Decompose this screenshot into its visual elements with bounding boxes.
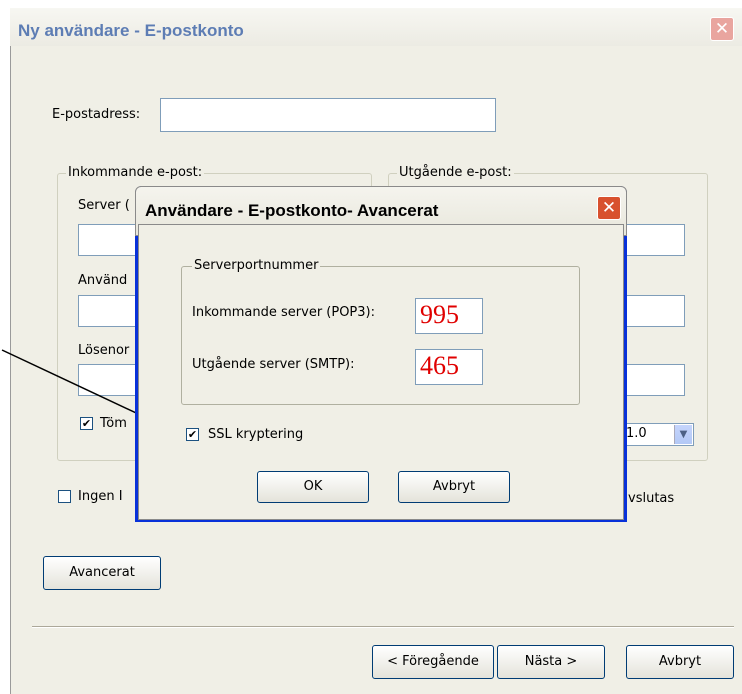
dialog-ok-button[interactable]: OK [257,471,369,503]
ssl-checkbox[interactable]: ✔ [186,428,199,441]
incoming-port-input[interactable]: 995 [415,298,483,334]
outgoing-port-input[interactable]: 465 [415,349,483,385]
dialog-close-icon[interactable]: ✕ [597,196,621,220]
ssl-checkbox-label: SSL kryptering [208,427,304,442]
advanced-dialog-title: Användare - E-postkonto- Avancerat [145,201,439,220]
outgoing-port-label: Utgående server (SMTP): [192,357,355,372]
dialog-cancel-button[interactable]: Avbryt [398,471,510,503]
port-group-title: Serverportnummer [192,258,321,273]
port-group [181,266,580,405]
incoming-port-label: Inkommande server (POP3): [192,305,375,320]
